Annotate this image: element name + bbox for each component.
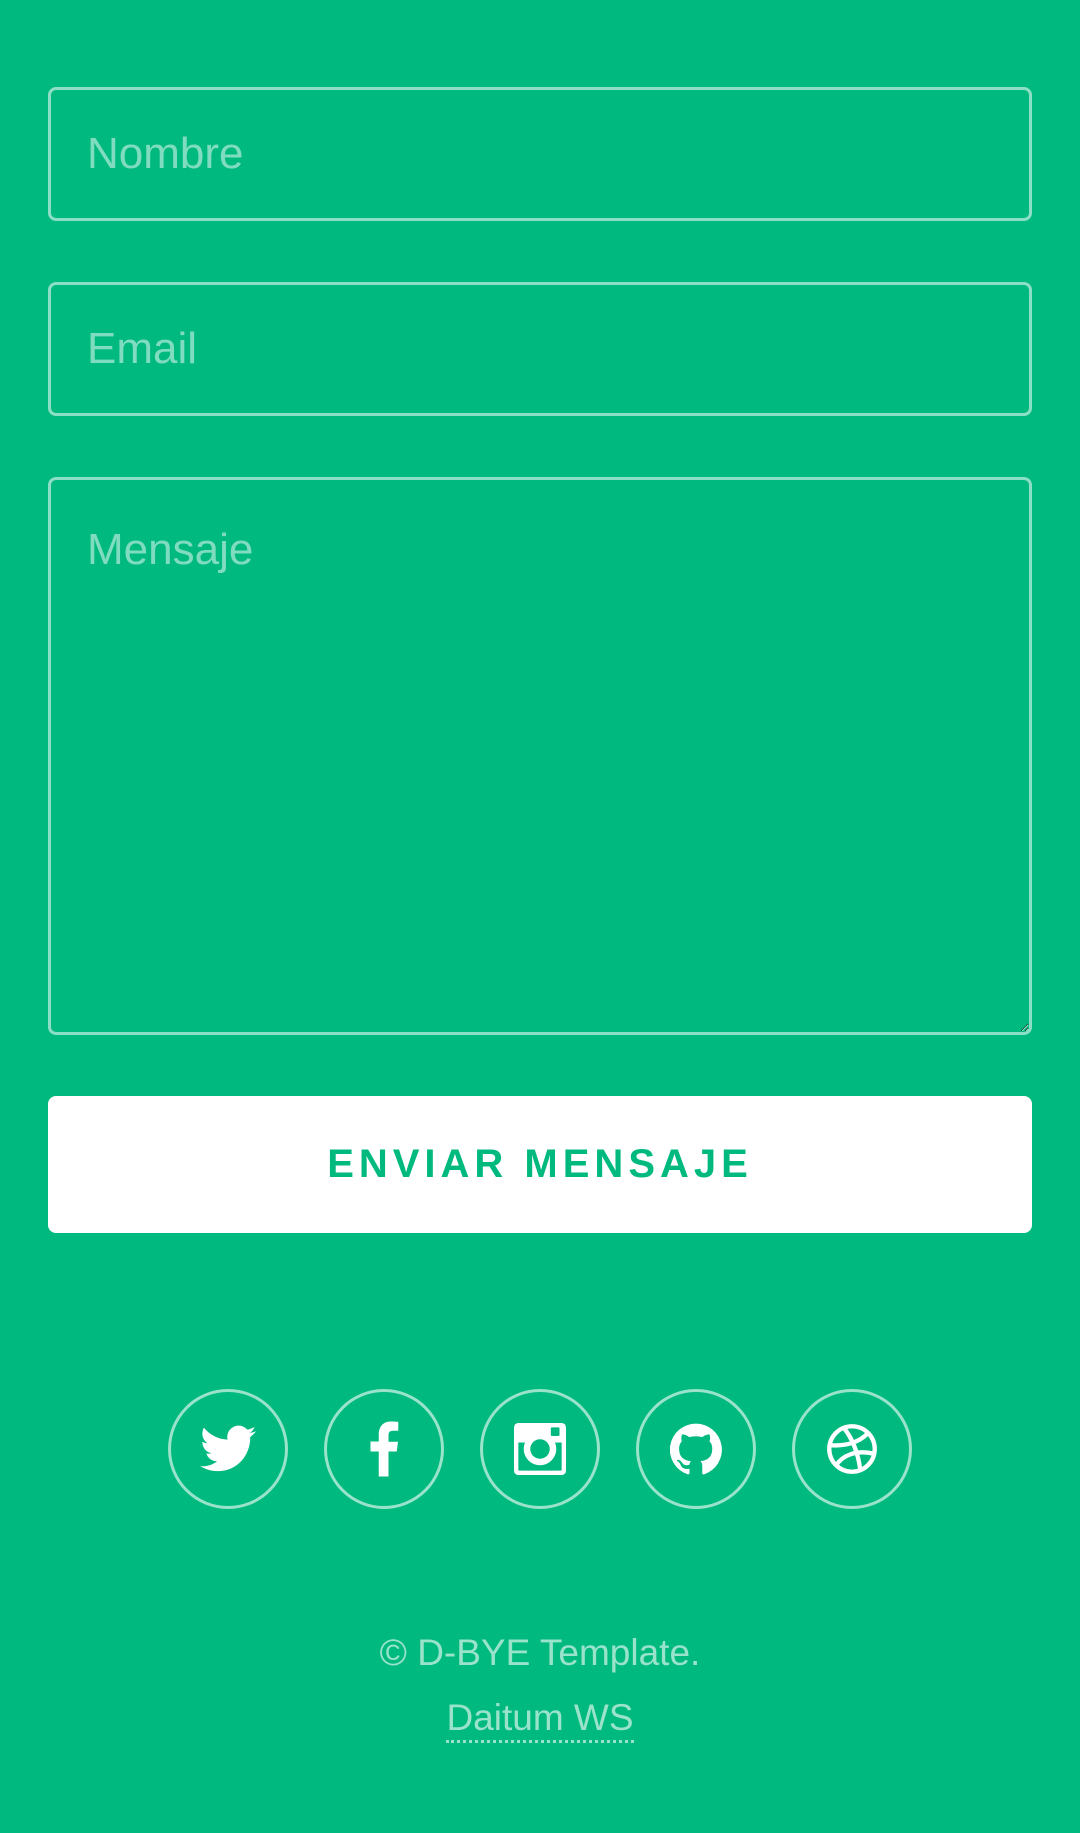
footer: © D-BYE Template. Daitum WS xyxy=(0,1620,1080,1750)
instagram-icon xyxy=(514,1423,566,1475)
twitter-icon xyxy=(200,1425,256,1472)
name-field-wrap xyxy=(48,87,1032,221)
social-links xyxy=(0,1389,1080,1509)
send-message-button[interactable]: ENVIAR MENSAJE xyxy=(48,1096,1032,1233)
copyright-text: © D-BYE Template. xyxy=(379,1632,701,1673)
facebook-link[interactable] xyxy=(324,1389,444,1509)
instagram-link[interactable] xyxy=(480,1389,600,1509)
dribbble-icon xyxy=(827,1424,877,1474)
credit-line: Daitum WS xyxy=(0,1685,1080,1750)
credit-link[interactable]: Daitum WS xyxy=(446,1697,634,1743)
twitter-link[interactable] xyxy=(168,1389,288,1509)
email-field-wrap xyxy=(48,282,1032,416)
email-input[interactable] xyxy=(48,282,1032,416)
name-input[interactable] xyxy=(48,87,1032,221)
dribbble-link[interactable] xyxy=(792,1389,912,1509)
message-textarea[interactable] xyxy=(48,477,1032,1035)
contact-form: ENVIAR MENSAJE xyxy=(48,87,1032,1233)
github-icon xyxy=(670,1423,722,1475)
github-link[interactable] xyxy=(636,1389,756,1509)
facebook-icon xyxy=(370,1421,399,1477)
message-field-wrap xyxy=(48,477,1032,1035)
